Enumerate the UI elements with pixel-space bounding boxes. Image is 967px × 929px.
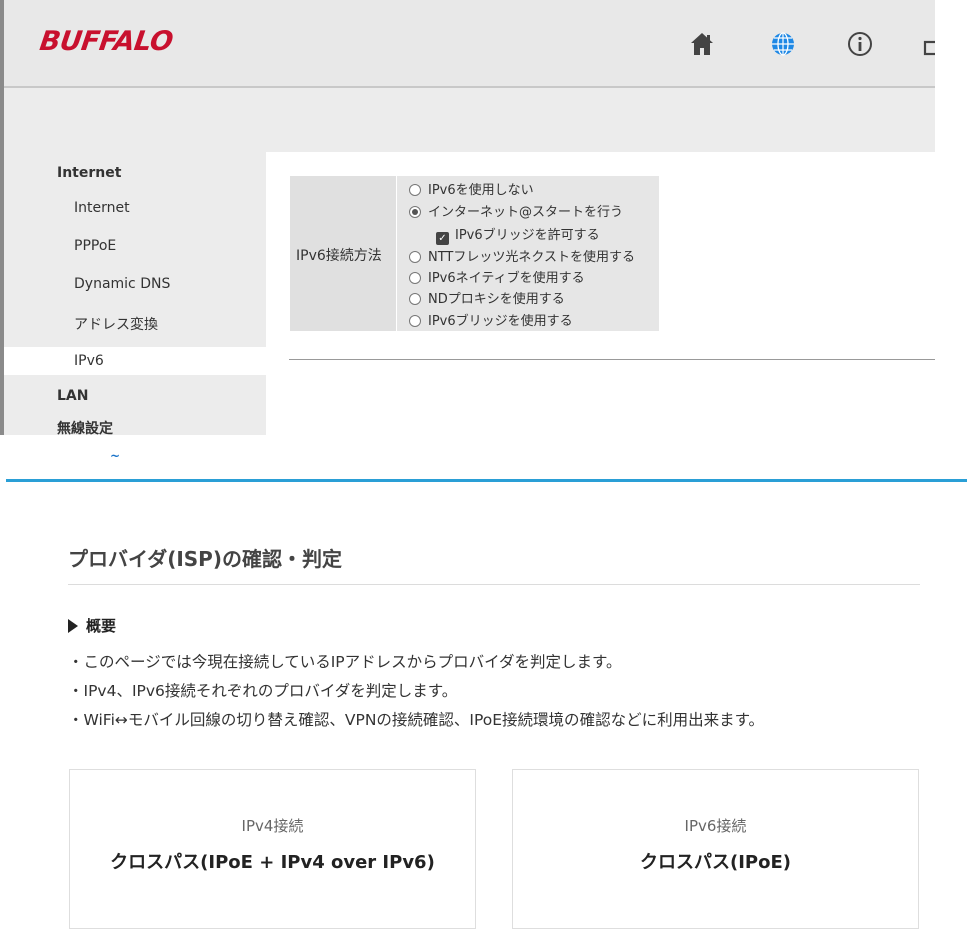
radio-button[interactable] [409,293,421,305]
ipv6-option-internet-start[interactable]: インターネット@スタートを行う [409,201,623,220]
router-content-panel: IPv6接続方法 IPv6を使用しない インターネット@スタートを行う ✓ IPv… [266,152,935,435]
sidebar-item-internet[interactable]: Internet [74,200,130,216]
sidebar-item-ipv6[interactable]: IPv6 [74,353,104,369]
sidebar-item-pppoe[interactable]: PPPoE [74,238,116,254]
home-icon[interactable] [688,30,716,58]
ipv6-option-ntt-flets[interactable]: NTTフレッツ光ネクストを使用する [409,246,635,265]
buffalo-logo: BUFFALO [37,26,175,57]
globe-icon[interactable] [769,30,797,58]
router-sidebar [4,150,266,435]
overview-bullet: ・WiFi↔モバイル回線の切り替え確認、VPNの接続確認、IPoE接続環境の確認… [68,711,765,729]
ipv6-method-options: IPv6を使用しない インターネット@スタートを行う ✓ IPv6ブリッジを許可す… [397,176,659,331]
sidebar-group-internet[interactable]: Internet [57,165,121,181]
ipv6-option-bridge[interactable]: IPv6ブリッジを使用する [409,310,573,329]
ipv6-option-nd-proxy[interactable]: NDプロキシを使用する [409,288,565,307]
accent-divider [6,479,967,482]
ipv6-option-disabled[interactable]: IPv6を使用しない [409,179,534,198]
sidebar-active-highlight [4,347,266,375]
card-value: クロスパス(IPoE) [639,852,791,873]
overview-heading: 概要 [68,615,116,636]
ipv6-result-card: IPv6接続 クロスパス(IPoE) [512,769,919,929]
ipv6-method-label-cell: IPv6接続方法 [290,176,396,331]
sidebar-item-address-translation[interactable]: アドレス変換 [74,314,158,334]
ipv6-bridge-checkbox-row[interactable]: ✓ IPv6ブリッジを許可する [436,224,600,245]
router-header: BUFFALO [4,0,935,88]
sidebar-group-wireless[interactable]: 無線設定 [57,418,113,435]
content-divider [289,359,935,360]
radio-button-selected[interactable] [409,206,421,218]
title-divider [68,584,920,585]
radio-button[interactable] [409,315,421,327]
router-admin-screenshot: BUFFALO Internet Internet PPPoE Dynamic … [0,0,935,435]
info-icon[interactable] [846,30,874,58]
ipv4-result-card: IPv4接続 クロスパス(IPoE + IPv4 over IPv6) [69,769,476,929]
radio-button[interactable] [409,272,421,284]
ipv6-method-label: IPv6接続方法 [296,248,382,264]
checkbox-checked[interactable]: ✓ [436,232,449,245]
sidebar-item-dynamic-dns[interactable]: Dynamic DNS [74,276,170,292]
card-label: IPv6接続 [684,817,747,835]
triangle-right-icon [68,619,78,633]
page-title: プロバイダ(ISP)の確認・判定 [68,547,342,571]
card-value: クロスパス(IPoE + IPv4 over IPv6) [110,852,435,873]
overview-bullet: ・IPv4、IPv6接続それぞれのプロバイダを判定します。 [68,682,458,700]
ipv6-option-native[interactable]: IPv6ネイティブを使用する [409,267,585,286]
overview-bullet: ・このページでは今現在接続しているIPアドレスからプロバイダを判定します。 [68,653,622,671]
card-label: IPv4接続 [241,817,304,835]
tilde-mark: ~ [110,449,121,463]
logout-icon[interactable] [922,30,935,58]
sidebar-group-lan[interactable]: LAN [57,388,88,404]
radio-button[interactable] [409,184,421,196]
radio-button[interactable] [409,251,421,263]
